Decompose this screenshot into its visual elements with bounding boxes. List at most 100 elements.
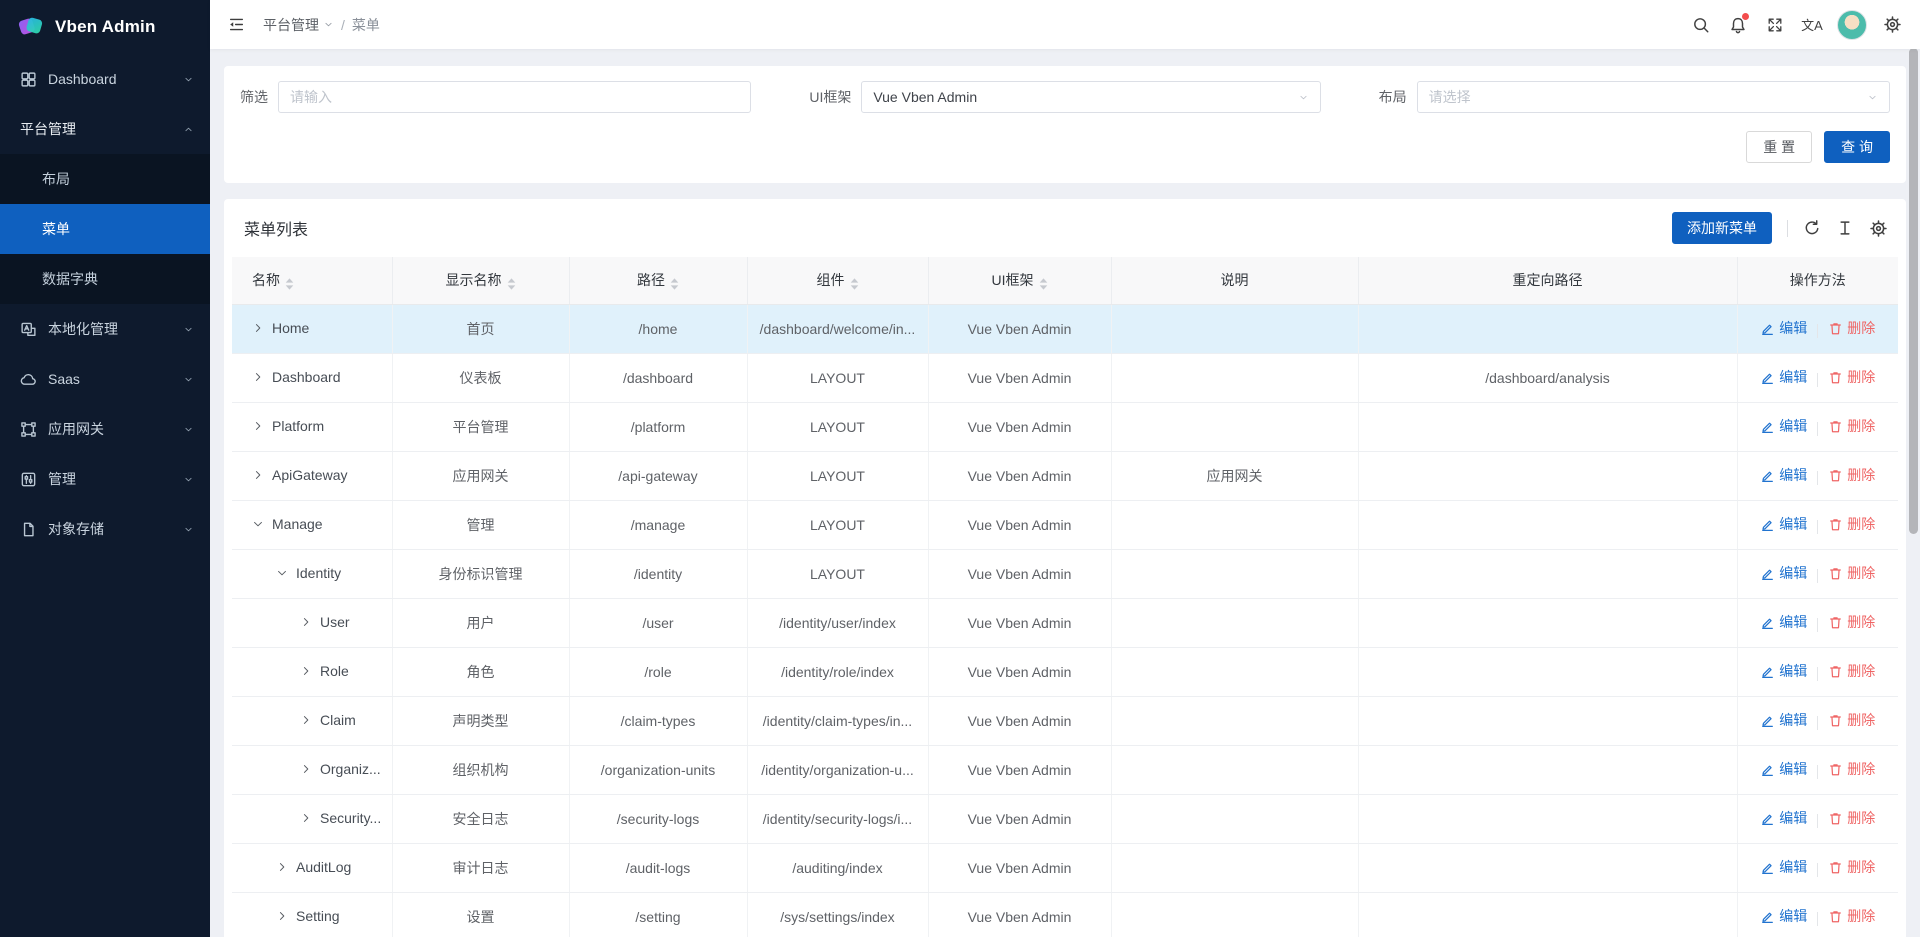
action-divider xyxy=(1817,422,1818,436)
table-row[interactable]: User用户/user/identity/user/indexVue Vben … xyxy=(232,598,1898,647)
table-row[interactable]: Manage管理/manageLAYOUTVue Vben Admin编辑删除 xyxy=(232,500,1898,549)
fullscreen-icon[interactable] xyxy=(1763,13,1787,37)
table-row[interactable]: Setting设置/setting/sys/settings/indexVue … xyxy=(232,892,1898,937)
translate-icon[interactable]: 文A xyxy=(1800,13,1824,37)
table-row[interactable]: Identity身份标识管理/identityLAYOUTVue Vben Ad… xyxy=(232,549,1898,598)
sidebar-item-Dashboard[interactable]: Dashboard xyxy=(0,54,210,104)
sidebar-subitem-菜单[interactable]: 菜单 xyxy=(0,204,210,254)
delete-link[interactable]: 删除 xyxy=(1828,367,1875,387)
add-menu-button[interactable]: 添加新菜单 xyxy=(1672,212,1772,244)
expand-row-icon[interactable] xyxy=(252,322,264,334)
table-header-row: 名称显示名称路径组件UI框架说明重定向路径操作方法 xyxy=(232,257,1898,304)
expand-row-icon[interactable] xyxy=(276,910,288,922)
edit-link[interactable]: 编辑 xyxy=(1760,514,1807,534)
edit-link[interactable]: 编辑 xyxy=(1760,857,1807,877)
expand-row-icon[interactable] xyxy=(300,665,312,677)
cell-actions: 编辑 删除 xyxy=(1737,402,1898,451)
edit-link[interactable]: 编辑 xyxy=(1760,416,1807,436)
edit-link[interactable]: 编辑 xyxy=(1760,318,1807,338)
edit-link[interactable]: 编辑 xyxy=(1760,465,1807,485)
reset-button[interactable]: 重 置 xyxy=(1746,131,1812,163)
table-row[interactable]: Role角色/role/identity/role/indexVue Vben … xyxy=(232,647,1898,696)
collapse-row-icon[interactable] xyxy=(252,518,264,530)
expand-row-icon[interactable] xyxy=(300,812,312,824)
table-row[interactable]: AuditLog审计日志/audit-logs/auditing/indexVu… xyxy=(232,843,1898,892)
filter-input[interactable] xyxy=(290,89,739,105)
table-row[interactable]: Organiz...组织机构/organization-units/identi… xyxy=(232,745,1898,794)
delete-link[interactable]: 删除 xyxy=(1828,563,1875,583)
column-header-名称[interactable]: 名称 xyxy=(232,257,392,304)
edit-link[interactable]: 编辑 xyxy=(1760,906,1807,926)
column-header-路径[interactable]: 路径 xyxy=(569,257,747,304)
delete-link[interactable]: 删除 xyxy=(1828,661,1875,681)
column-header-显示名称[interactable]: 显示名称 xyxy=(392,257,569,304)
edit-link[interactable]: 编辑 xyxy=(1760,710,1807,730)
app-logo[interactable]: Vben Admin xyxy=(0,0,210,54)
sidebar-item-应用网关[interactable]: 应用网关 xyxy=(0,404,210,454)
refresh-icon[interactable] xyxy=(1803,219,1821,238)
filter-select-布局[interactable]: 请选择 xyxy=(1417,81,1890,113)
sort-icon[interactable] xyxy=(507,270,516,290)
delete-link[interactable]: 删除 xyxy=(1828,318,1875,338)
delete-link[interactable]: 删除 xyxy=(1828,759,1875,779)
column-header-组件[interactable]: 组件 xyxy=(747,257,928,304)
delete-link[interactable]: 删除 xyxy=(1828,465,1875,485)
filter-select-UI框架[interactable]: Vue Vben Admin xyxy=(861,81,1320,113)
delete-link[interactable]: 删除 xyxy=(1828,514,1875,534)
user-avatar[interactable] xyxy=(1837,10,1867,40)
edit-link[interactable]: 编辑 xyxy=(1760,612,1807,632)
delete-link[interactable]: 删除 xyxy=(1828,612,1875,632)
expand-row-icon[interactable] xyxy=(300,714,312,726)
sort-icon[interactable] xyxy=(850,270,859,290)
sidebar-group-平台管理[interactable]: 平台管理 xyxy=(0,104,210,154)
tree-node: Setting xyxy=(252,908,340,924)
cell-component: LAYOUT xyxy=(747,500,928,549)
edit-link[interactable]: 编辑 xyxy=(1760,367,1807,387)
expand-row-icon[interactable] xyxy=(252,420,264,432)
menu-fold-icon[interactable] xyxy=(228,16,245,33)
vertical-scrollbar[interactable] xyxy=(1909,48,1918,534)
table-row[interactable]: ApiGateway应用网关/api-gatewayLAYOUTVue Vben… xyxy=(232,451,1898,500)
delete-link[interactable]: 删除 xyxy=(1828,416,1875,436)
row-height-icon[interactable] xyxy=(1836,219,1854,238)
delete-link[interactable]: 删除 xyxy=(1828,906,1875,926)
breadcrumb-item[interactable]: 平台管理 xyxy=(263,15,334,35)
cell-display-name: 仪表板 xyxy=(392,353,569,402)
search-button[interactable]: 查 询 xyxy=(1824,131,1890,163)
expand-row-icon[interactable] xyxy=(300,616,312,628)
sidebar-item-本地化管理[interactable]: 本地化管理 xyxy=(0,304,210,354)
table-row[interactable]: Dashboard仪表板/dashboardLAYOUTVue Vben Adm… xyxy=(232,353,1898,402)
gear-icon[interactable] xyxy=(1869,219,1888,238)
delete-link[interactable]: 删除 xyxy=(1828,710,1875,730)
table-row[interactable]: Security...安全日志/security-logs/identity/s… xyxy=(232,794,1898,843)
delete-link[interactable]: 删除 xyxy=(1828,857,1875,877)
sidebar-subitem-数据字典[interactable]: 数据字典 xyxy=(0,254,210,304)
expand-row-icon[interactable] xyxy=(252,469,264,481)
expand-row-icon[interactable] xyxy=(252,371,264,383)
table-row[interactable]: Claim声明类型/claim-types/identity/claim-typ… xyxy=(232,696,1898,745)
edit-link[interactable]: 编辑 xyxy=(1760,759,1807,779)
expand-row-icon[interactable] xyxy=(276,861,288,873)
sidebar-item-Saas[interactable]: Saas xyxy=(0,354,210,404)
breadcrumb-item[interactable]: 菜单 xyxy=(352,15,380,35)
sidebar-item-label: 对象存储 xyxy=(48,519,183,539)
table-row[interactable]: Home首页/home/dashboard/welcome/in...Vue V… xyxy=(232,304,1898,353)
delete-link[interactable]: 删除 xyxy=(1828,808,1875,828)
sort-icon[interactable] xyxy=(285,270,294,290)
collapse-row-icon[interactable] xyxy=(276,567,288,579)
cell-redirect xyxy=(1358,500,1737,549)
sidebar-item-对象存储[interactable]: 对象存储 xyxy=(0,504,210,554)
edit-link[interactable]: 编辑 xyxy=(1760,808,1807,828)
sort-icon[interactable] xyxy=(1039,270,1048,290)
edit-link[interactable]: 编辑 xyxy=(1760,563,1807,583)
expand-row-icon[interactable] xyxy=(300,763,312,775)
sidebar-item-管理[interactable]: 管理 xyxy=(0,454,210,504)
sidebar-subitem-布局[interactable]: 布局 xyxy=(0,154,210,204)
search-icon[interactable] xyxy=(1689,13,1713,37)
settings-icon[interactable] xyxy=(1880,13,1904,37)
table-row[interactable]: Platform平台管理/platformLAYOUTVue Vben Admi… xyxy=(232,402,1898,451)
edit-link[interactable]: 编辑 xyxy=(1760,661,1807,681)
bell-icon[interactable] xyxy=(1726,13,1750,37)
column-header-UI框架[interactable]: UI框架 xyxy=(928,257,1111,304)
sort-icon[interactable] xyxy=(670,270,679,290)
